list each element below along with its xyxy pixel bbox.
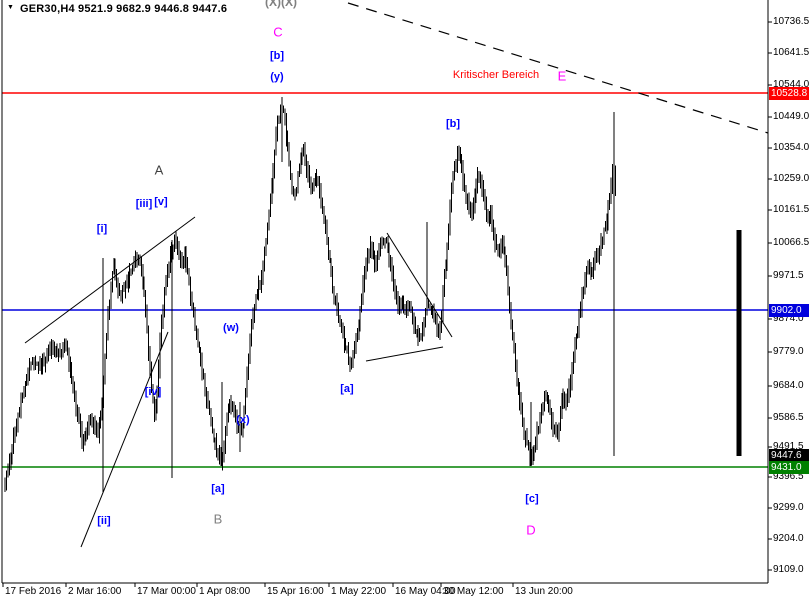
price-axis-label: 9684.0: [773, 380, 804, 392]
price-axis-label: 9779.0: [773, 346, 804, 358]
wave-label: [a]: [340, 383, 353, 395]
annotation-kritischer-bereich: Kritischer Bereich: [453, 69, 539, 81]
trendline[interactable]: [81, 332, 168, 547]
price-axis-label: 9299.0: [773, 502, 804, 514]
wave-label: [ii]: [97, 515, 110, 527]
price-axis-label: 10449.0: [773, 111, 809, 123]
chart-title: GER30,H4 9521.9 9682.9 9446.8 9447.6: [20, 3, 227, 15]
price-axis-label: 9971.5: [773, 270, 804, 282]
wave-label: (w): [223, 322, 239, 334]
wave-label: [b]: [270, 50, 284, 62]
wave-label: [b]: [446, 118, 460, 130]
time-axis-label: 2 Mar 16:00: [68, 586, 121, 597]
level-price-badge: 9902.0: [769, 304, 809, 317]
price-axis-label: 10354.0: [773, 142, 809, 154]
wave-label: E: [558, 69, 567, 84]
time-axis-label: 30 May 12:00: [443, 586, 504, 597]
price-chart-svg[interactable]: [0, 0, 809, 607]
price-axis-label: 10259.0: [773, 173, 809, 185]
chart-window: 10736.510641.510544.010449.010354.010259…: [0, 0, 809, 607]
wave-label: B: [214, 512, 223, 527]
wave-label: [i]: [97, 223, 107, 235]
price-bars[interactable]: [5, 97, 616, 492]
wave-label: C: [273, 25, 282, 40]
wave-label: [a]: [211, 483, 224, 495]
wave-label: A: [155, 163, 164, 178]
price-axis-label: 9204.0: [773, 533, 804, 545]
wave-label: [v]: [154, 196, 167, 208]
level-price-badge: 10528.8: [769, 87, 809, 100]
wave-label: D: [526, 523, 535, 538]
wave-label: (y): [270, 71, 283, 83]
time-axis-label: 17 Feb 2016: [5, 586, 61, 597]
trendline[interactable]: [366, 347, 443, 361]
wave-label: (x): [236, 414, 249, 426]
price-axis-label: 10161.5: [773, 204, 809, 216]
time-axis-label: 17 Mar 00:00: [137, 586, 196, 597]
price-axis-label: 10066.5: [773, 237, 809, 249]
level-price-badge: 9431.0: [769, 461, 809, 474]
time-axis-label: 13 Jun 20:00: [515, 586, 573, 597]
time-axis-label: 15 Apr 16:00: [267, 586, 324, 597]
time-axis-label: 1 May 22:00: [331, 586, 386, 597]
price-axis-label: 9109.0: [773, 564, 804, 576]
price-axis-label: 9586.5: [773, 412, 804, 424]
price-axis-label: 10641.5: [773, 47, 809, 59]
symbol-dropdown-icon[interactable]: ▼: [7, 4, 14, 11]
time-axis-label: 1 Apr 08:00: [199, 586, 250, 597]
wave-label: [iv]: [145, 386, 162, 398]
trendline[interactable]: [387, 233, 452, 337]
current-price-bar: [737, 230, 742, 456]
wave-label: (X)(X): [265, 0, 297, 9]
price-axis-label: 10736.5: [773, 16, 809, 28]
wave-label: [iii]: [136, 198, 153, 210]
trendline[interactable]: [25, 217, 195, 343]
wave-label: [c]: [525, 493, 538, 505]
